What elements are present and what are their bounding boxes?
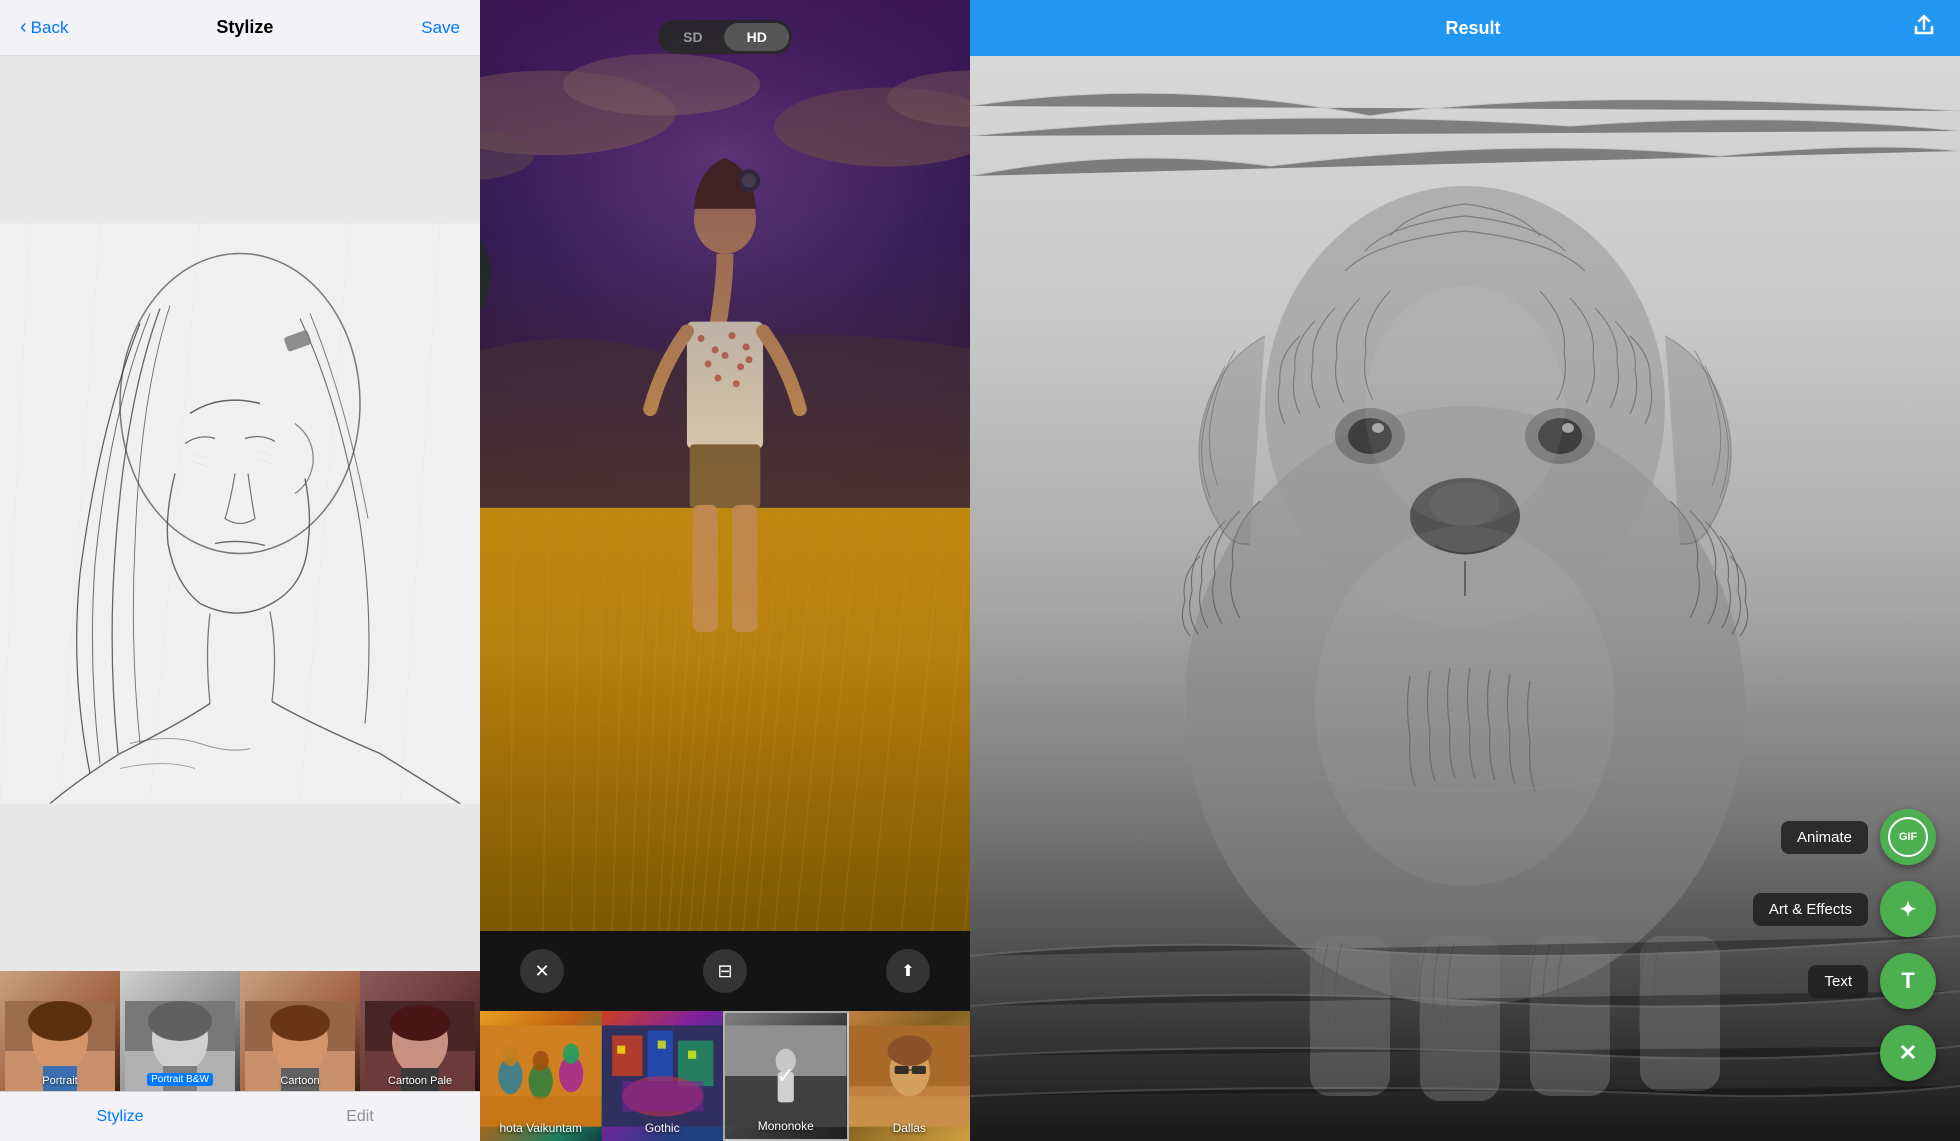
filter-label-portrait: Portrait xyxy=(0,1075,120,1087)
back-label: Back xyxy=(31,18,69,38)
fab-container: Animate GIF Art & Effects ✦ Text T xyxy=(1753,809,1936,1081)
field-photo-overlay xyxy=(480,0,970,931)
result-header: Result xyxy=(970,0,1960,56)
sketch-svg xyxy=(0,56,480,971)
bottom-tabs: Stylize Edit xyxy=(0,1091,480,1141)
stylize-panel: ‹ Back Stylize Save xyxy=(0,0,480,1141)
text-icon: T xyxy=(1901,968,1914,994)
filter-label-dallas: Dallas xyxy=(849,1121,971,1135)
tab-stylize[interactable]: Stylize xyxy=(0,1092,240,1141)
animate-label: Animate xyxy=(1781,821,1868,854)
animate-fab-row: Animate GIF xyxy=(1781,809,1936,865)
quality-hd-button[interactable]: HD xyxy=(725,23,789,51)
gif-text: GIF xyxy=(1899,831,1917,843)
filter-dallas[interactable]: Dallas xyxy=(849,1011,971,1141)
result-title: Result xyxy=(1445,18,1500,39)
filter-label-cartoon-pale: Cartoon Pale xyxy=(360,1075,480,1087)
portrait-bw-badge: Portrait B&W xyxy=(120,1069,240,1087)
panel-header: ‹ Back Stylize Save xyxy=(0,0,480,56)
filter-thumb-portrait-bw[interactable]: Portrait B&W xyxy=(120,971,240,1091)
filter-gothic[interactable]: Gothic xyxy=(602,1011,724,1141)
close-fab-icon: ✕ xyxy=(1899,1040,1917,1066)
art-effects-fab-row: Art & Effects ✦ xyxy=(1753,881,1936,937)
animate-button[interactable]: GIF xyxy=(1880,809,1936,865)
share-icon: ⬆ xyxy=(901,961,914,981)
gif-icon: GIF xyxy=(1888,817,1928,857)
filter-label-mononoke: Mononoke xyxy=(725,1119,847,1133)
filter-strip: hota Vaikuntam Gothic xyxy=(480,1011,970,1141)
result-panel: Result xyxy=(970,0,1960,1141)
save-button[interactable]: Save xyxy=(421,18,460,38)
upload-icon xyxy=(1912,13,1936,37)
adjust-button[interactable]: ⊟ xyxy=(703,949,747,993)
quality-sd-button[interactable]: SD xyxy=(661,23,724,51)
filter-thumb-cartoon-pale[interactable]: Cartoon Pale xyxy=(360,971,480,1091)
close-fab-row: ✕ xyxy=(1880,1025,1936,1081)
art-effects-button[interactable]: ✦ xyxy=(1880,881,1936,937)
bottom-controls: ✕ ⊟ ⬆ xyxy=(480,931,970,1011)
filter-thumbnails-row: Portrait Portrait B&W Ca xyxy=(0,971,480,1091)
close-fab-button[interactable]: ✕ xyxy=(1880,1025,1936,1081)
filter-thumb-portrait[interactable]: Portrait xyxy=(0,971,120,1091)
close-icon: ✕ xyxy=(534,961,549,982)
editor-panel: SD HD xyxy=(480,0,970,1141)
close-button[interactable]: ✕ xyxy=(520,949,564,993)
filter-label-vaikuntam: hota Vaikuntam xyxy=(480,1121,602,1135)
filter-thumb-cartoon[interactable]: Cartoon xyxy=(240,971,360,1091)
main-image-area xyxy=(480,0,970,931)
filter-label-gothic: Gothic xyxy=(602,1121,724,1135)
quality-toggle: SD HD xyxy=(658,20,792,54)
back-button[interactable]: ‹ Back xyxy=(20,16,68,39)
art-effects-label: Art & Effects xyxy=(1753,893,1868,926)
text-fab-row: Text T xyxy=(1808,953,1936,1009)
sketch-preview-area xyxy=(0,56,480,971)
page-title: Stylize xyxy=(216,17,273,38)
back-chevron-icon: ‹ xyxy=(20,16,27,39)
text-button[interactable]: T xyxy=(1880,953,1936,1009)
filter-mononoke[interactable]: ✓ Mononoke xyxy=(723,1011,849,1141)
mononoke-check-icon: ✓ xyxy=(777,1063,795,1089)
result-share-button[interactable] xyxy=(1912,13,1936,43)
filter-label-cartoon: Cartoon xyxy=(240,1075,360,1087)
result-image-area: Animate GIF Art & Effects ✦ Text T xyxy=(970,56,1960,1141)
tab-edit[interactable]: Edit xyxy=(240,1092,480,1141)
badge-label: Portrait B&W xyxy=(147,1073,213,1086)
wand-icon: ✦ xyxy=(1900,897,1917,922)
share-button[interactable]: ⬆ xyxy=(886,949,930,993)
filter-vaikuntam[interactable]: hota Vaikuntam xyxy=(480,1011,602,1141)
text-label: Text xyxy=(1808,965,1868,998)
adjust-icon: ⊟ xyxy=(717,961,732,982)
